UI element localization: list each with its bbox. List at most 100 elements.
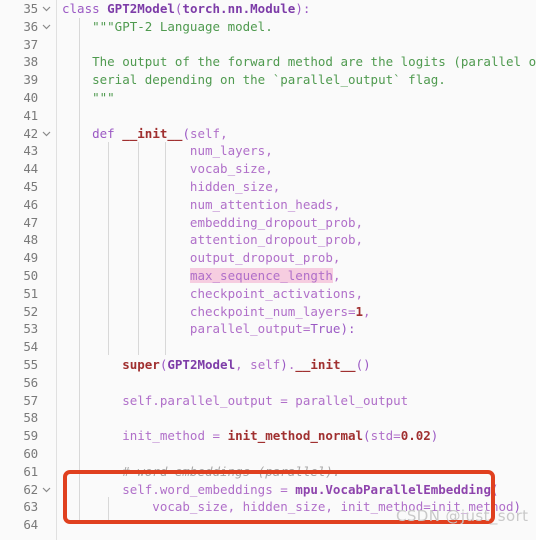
gutter-row: 50 [0,267,56,285]
code-editor[interactable]: 35 36 37 38 39 40 41 42 43 44 45 46 47 4… [0,0,536,540]
code-line-58[interactable] [57,409,536,427]
fold-placeholder [38,178,54,196]
fold-placeholder [38,231,54,249]
gutter-row: 61 [0,463,56,481]
gutter-row: 60 [0,445,56,463]
fold-placeholder [38,356,54,374]
line-number: 52 [23,303,38,319]
code-line-50[interactable]: max_sequence_length, [57,267,536,285]
fold-chevron-icon[interactable] [38,481,54,499]
line-number: 58 [23,410,38,426]
fold-placeholder [38,71,54,89]
gutter-row: 40 [0,89,56,107]
gutter-row: 39 [0,71,56,89]
fold-placeholder [38,107,54,125]
code-line-59[interactable]: init_method = init_method_normal(std=0.0… [57,427,536,445]
line-number: 47 [23,214,38,230]
fold-placeholder [38,320,54,338]
line-number: 57 [23,392,38,408]
fold-placeholder [38,374,54,392]
line-number: 61 [23,463,38,479]
gutter-row: 38 [0,53,56,71]
gutter-row: 47 [0,214,56,232]
code-line-54[interactable] [57,338,536,356]
gutter-row: 35 [0,0,56,18]
gutter-row: 56 [0,374,56,392]
fold-chevron-icon[interactable] [38,125,54,143]
fold-placeholder [38,445,54,463]
code-line-62[interactable]: self.word_embeddings = mpu.VocabParallel… [57,481,536,499]
fold-placeholder [38,53,54,71]
code-line-36[interactable]: """GPT-2 Language model. [57,18,536,36]
line-number: 51 [23,285,38,301]
fold-placeholder [38,285,54,303]
fold-placeholder [38,427,54,445]
fold-placeholder [38,463,54,481]
line-number-gutter: 35 36 37 38 39 40 41 42 43 44 45 46 47 4… [0,0,57,540]
line-number: 54 [23,339,38,355]
code-line-48[interactable]: attention_dropout_prob, [57,231,536,249]
line-number: 39 [23,72,38,88]
code-line-51[interactable]: checkpoint_activations, [57,285,536,303]
code-line-41[interactable] [57,107,536,125]
code-line-61[interactable]: # word embeddings (parallel). [57,463,536,481]
gutter-row: 51 [0,285,56,303]
code-line-35[interactable]: class GPT2Model(torch.nn.Module): [57,0,536,18]
fold-placeholder [38,142,54,160]
fold-placeholder [38,392,54,410]
code-line-49[interactable]: output_dropout_prob, [57,249,536,267]
line-number: 56 [23,374,38,390]
gutter-row: 55 [0,356,56,374]
code-line-64[interactable] [57,516,536,534]
gutter-row: 44 [0,160,56,178]
line-number: 46 [23,196,38,212]
line-number: 63 [23,499,38,515]
code-line-52[interactable]: checkpoint_num_layers=1, [57,303,536,321]
line-number: 42 [23,125,38,141]
fold-placeholder [38,89,54,107]
line-number: 45 [23,178,38,194]
code-line-60[interactable] [57,445,536,463]
gutter-row: 36 [0,18,56,36]
gutter-row: 42 [0,125,56,143]
code-line-43[interactable]: num_layers, [57,142,536,160]
line-number: 40 [23,89,38,105]
code-line-45[interactable]: hidden_size, [57,178,536,196]
line-number: 62 [23,481,38,497]
gutter-row: 48 [0,231,56,249]
gutter-row: 59 [0,427,56,445]
line-number: 59 [23,428,38,444]
code-line-38[interactable]: The output of the forward method are the… [57,53,536,71]
gutter-row: 49 [0,249,56,267]
fold-placeholder [38,267,54,285]
fold-placeholder [38,303,54,321]
code-line-63[interactable]: vocab_size, hidden_size, init_method=ini… [57,498,536,516]
code-line-55[interactable]: super(GPT2Model, self).__init__() [57,356,536,374]
highlighted-token: max_sequence_length [189,267,333,283]
fold-placeholder [38,338,54,356]
code-line-56[interactable] [57,374,536,392]
code-line-57[interactable]: self.parallel_output = parallel_output [57,392,536,410]
code-line-47[interactable]: embedding_dropout_prob, [57,214,536,232]
line-number: 49 [23,250,38,266]
code-line-42[interactable]: def __init__(self, [57,125,536,143]
line-number: 64 [23,517,38,533]
code-line-39[interactable]: serial depending on the `parallel_output… [57,71,536,89]
code-line-37[interactable] [57,36,536,54]
fold-placeholder [38,160,54,178]
gutter-row: 45 [0,178,56,196]
fold-placeholder [38,516,54,534]
gutter-row: 53 [0,320,56,338]
gutter-row: 57 [0,392,56,410]
code-line-44[interactable]: vocab_size, [57,160,536,178]
code-content[interactable]: class GPT2Model(torch.nn.Module): """GPT… [57,0,536,540]
code-line-53[interactable]: parallel_output=True): [57,320,536,338]
gutter-row: 41 [0,107,56,125]
fold-placeholder [38,214,54,232]
fold-chevron-icon[interactable] [38,0,54,18]
gutter-row: 37 [0,36,56,54]
fold-chevron-icon[interactable] [38,18,54,36]
code-line-40[interactable]: """ [57,89,536,107]
gutter-row: 52 [0,303,56,321]
code-line-46[interactable]: num_attention_heads, [57,196,536,214]
